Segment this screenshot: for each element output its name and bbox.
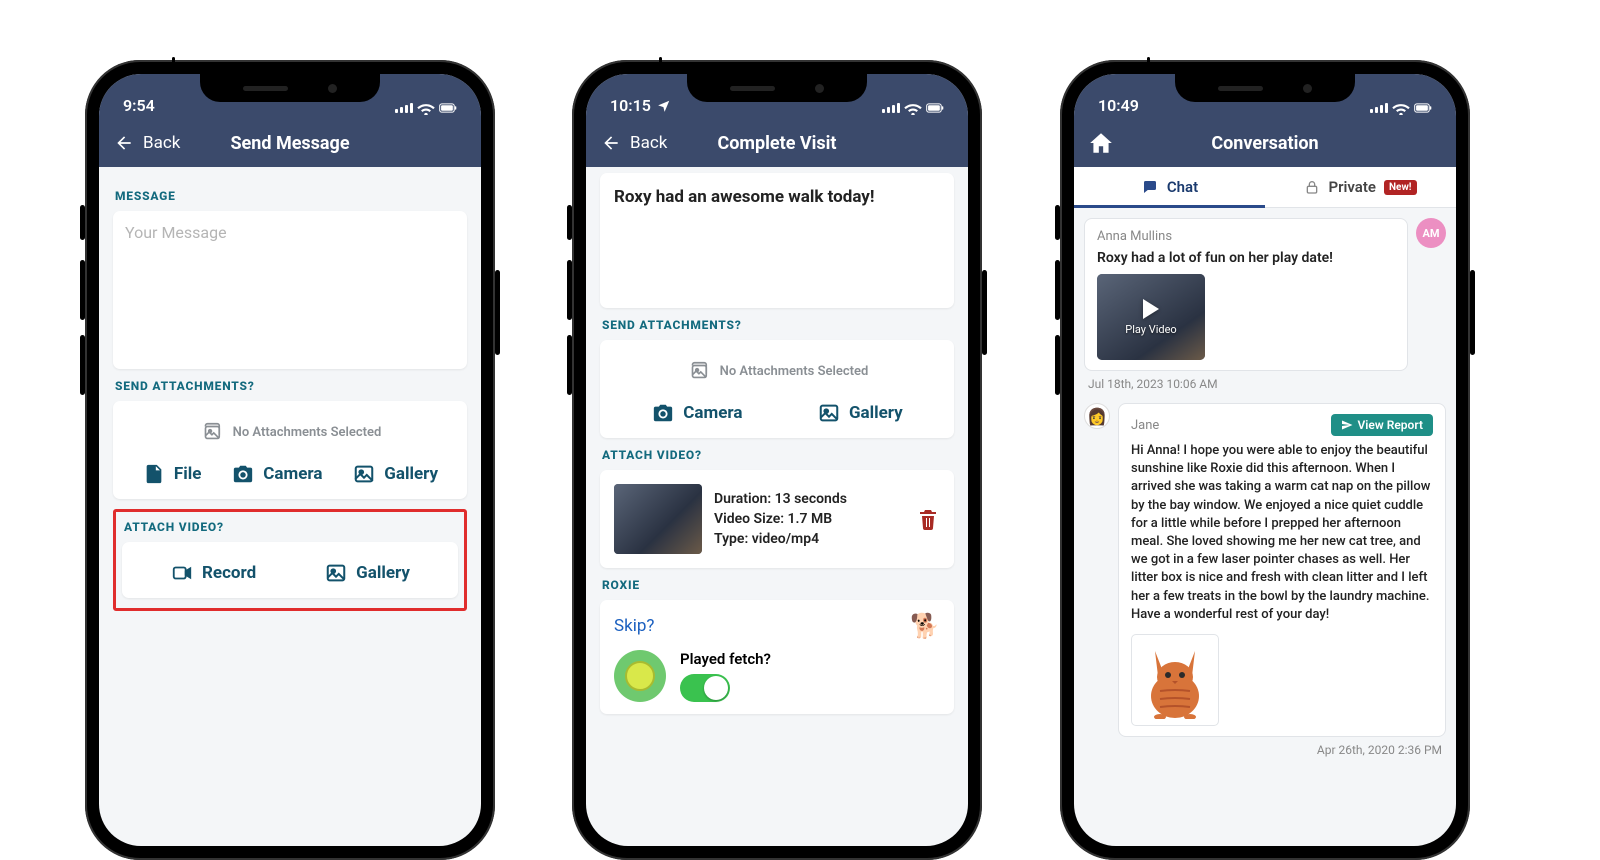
wifi-icon	[904, 101, 922, 115]
cat-icon	[1140, 641, 1210, 719]
gallery-button[interactable]: Gallery	[817, 402, 903, 424]
conversation-tabs: Chat Private New!	[1074, 167, 1456, 208]
gallery-icon	[324, 562, 348, 584]
sender-name: Anna Mullins	[1097, 229, 1395, 244]
message-input[interactable]	[125, 223, 455, 353]
file-icon	[142, 463, 166, 485]
battery-icon	[439, 101, 457, 115]
video-metadata: Duration: 13 seconds Video Size: 1.7 MB …	[714, 489, 904, 550]
signal-icon	[882, 103, 900, 113]
avatar: 👩	[1084, 403, 1110, 429]
battery-icon	[926, 101, 944, 115]
phone-frame-2: 10:15 Back Complete Visit Roxy had an aw…	[572, 60, 982, 860]
view-report-button[interactable]: View Report	[1331, 414, 1433, 436]
lock-icon	[1304, 178, 1320, 196]
tab-chat[interactable]: Chat	[1074, 167, 1265, 207]
nav-bar: Conversation	[1074, 119, 1456, 167]
cat-image[interactable]	[1131, 634, 1219, 726]
tennis-ball-icon	[614, 650, 666, 702]
played-fetch-label: Played fetch?	[680, 650, 940, 668]
phone-frame-1: 9:54 Back Send Message MESSAGE SEND ATTA…	[85, 60, 495, 860]
signal-icon	[395, 103, 413, 113]
send-icon	[1341, 419, 1353, 431]
status-time: 10:15	[610, 96, 651, 115]
video-camera-icon	[170, 562, 194, 584]
nav-bar: Back Send Message	[99, 119, 481, 167]
image-stack-icon	[199, 421, 223, 443]
tab-private[interactable]: Private New!	[1265, 167, 1456, 207]
phone-frame-3: 10:49 Conversation Chat Private New!	[1060, 60, 1470, 860]
status-time: 9:54	[123, 96, 155, 115]
arrow-left-icon	[113, 133, 135, 153]
message-label: MESSAGE	[115, 189, 465, 203]
attachments-label: SEND ATTACHMENTS?	[115, 379, 465, 393]
battery-icon	[1414, 101, 1432, 115]
camera-button[interactable]: Camera	[651, 402, 742, 424]
gallery-icon	[817, 402, 841, 424]
attach-video-label: ATTACH VIDEO?	[602, 448, 952, 462]
dog-icon: 🐕	[910, 612, 940, 640]
delete-video-button[interactable]	[916, 506, 940, 532]
image-stack-icon	[686, 360, 710, 382]
new-badge: New!	[1384, 180, 1417, 195]
arrow-left-icon	[600, 133, 622, 153]
message-timestamp: Jul 18th, 2023 10:06 AM	[1088, 377, 1442, 391]
back-button[interactable]: Back	[600, 133, 667, 153]
avatar: AM	[1416, 218, 1446, 248]
camera-icon	[651, 402, 675, 424]
wifi-icon	[417, 101, 435, 115]
record-button[interactable]: Record	[170, 562, 256, 584]
pet-name-label: ROXIE	[602, 578, 952, 592]
gallery-icon	[352, 463, 376, 485]
nav-bar: Back Complete Visit	[586, 119, 968, 167]
location-icon	[657, 99, 671, 113]
attach-video-highlight: ATTACH VIDEO? Record Gallery	[113, 509, 467, 611]
video-thumbnail[interactable]	[614, 484, 702, 554]
sender-name: Jane	[1131, 418, 1159, 433]
chat-bubble-incoming: Jane View Report Hi Anna! I hope you wer…	[1118, 403, 1446, 737]
chat-icon	[1141, 178, 1159, 196]
attach-video-label: ATTACH VIDEO?	[124, 520, 456, 534]
page-title: Conversation	[1074, 133, 1456, 154]
no-attachments-text: No Attachments Selected	[127, 415, 453, 457]
camera-button[interactable]: Camera	[231, 463, 322, 485]
message-text: Hi Anna! I hope you were able to enjoy t…	[1131, 442, 1433, 624]
status-time: 10:49	[1098, 96, 1139, 115]
camera-icon	[231, 463, 255, 485]
gallery-button[interactable]: Gallery	[352, 463, 438, 485]
video-gallery-button[interactable]: Gallery	[324, 562, 410, 584]
no-attachments-text: No Attachments Selected	[614, 354, 940, 396]
home-icon[interactable]	[1088, 130, 1114, 156]
skip-button[interactable]: Skip?	[614, 616, 654, 636]
visit-message-input[interactable]: Roxy had an awesome walk today!	[600, 173, 954, 308]
video-attachment-row: Duration: 13 seconds Video Size: 1.7 MB …	[600, 470, 954, 568]
play-icon	[1143, 299, 1159, 319]
message-text: Roxy had a lot of fun on her play date!	[1097, 250, 1395, 266]
signal-icon	[1370, 103, 1388, 113]
back-button[interactable]: Back	[113, 133, 180, 153]
message-timestamp: Apr 26th, 2020 2:36 PM	[1088, 743, 1442, 757]
played-fetch-toggle[interactable]	[680, 674, 730, 702]
file-button[interactable]: File	[142, 463, 202, 485]
chat-bubble-outgoing: Anna Mullins Roxy had a lot of fun on he…	[1084, 218, 1408, 371]
wifi-icon	[1392, 101, 1410, 115]
video-preview[interactable]: Play Video	[1097, 274, 1205, 360]
attachments-label: SEND ATTACHMENTS?	[602, 318, 952, 332]
trash-icon	[916, 506, 940, 532]
